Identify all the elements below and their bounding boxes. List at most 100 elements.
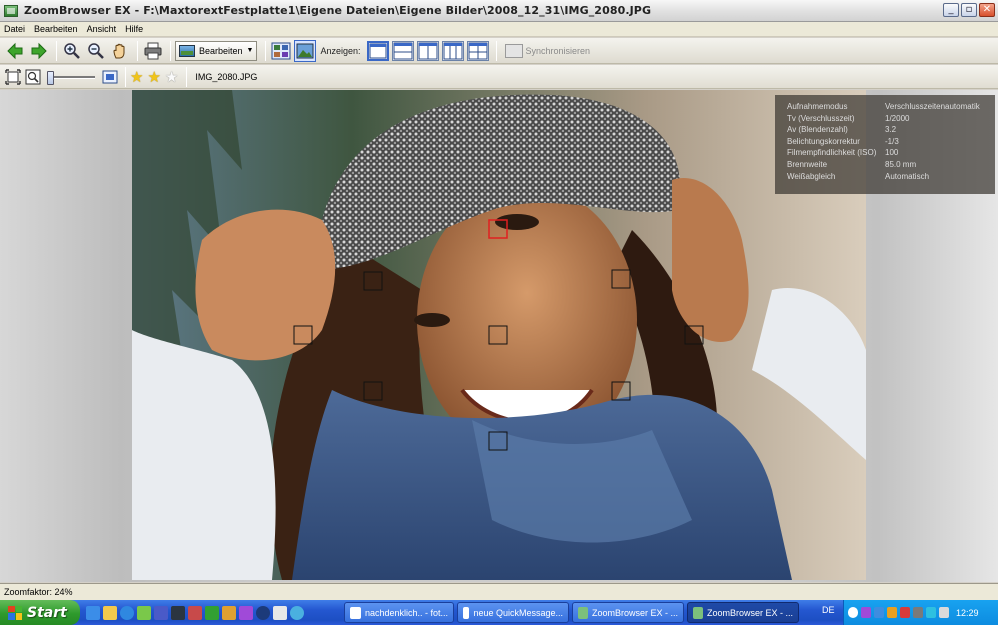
window-controls: _ ▫ ✕	[943, 3, 995, 17]
zoom-in-icon	[64, 42, 80, 59]
layout-single-icon	[369, 43, 387, 58]
tray-icon[interactable]	[887, 607, 897, 618]
rating-star-1[interactable]: ★	[130, 69, 143, 85]
clock: 12:29	[956, 607, 979, 618]
exif-key: Tv (Verschlusszeit)	[787, 113, 855, 123]
fit-to-window-button[interactable]	[4, 66, 22, 88]
media-icon[interactable]	[256, 605, 270, 620]
print-button[interactable]	[142, 40, 164, 62]
sync-button[interactable]: Synchronisieren	[504, 43, 591, 58]
zoom-in-button[interactable]	[61, 40, 83, 62]
layout-three-column-button[interactable]	[441, 40, 464, 61]
exif-key: Brennweite	[787, 159, 828, 169]
actual-size-button[interactable]	[24, 66, 42, 88]
arrow-right-icon	[31, 42, 47, 59]
exif-value: Verschlusszeitenautomatik	[885, 102, 980, 111]
sync-label: Synchronisieren	[525, 45, 591, 56]
start-button[interactable]: Start	[0, 600, 80, 625]
maximize-button[interactable]: ▫	[961, 3, 977, 17]
pan-button[interactable]	[109, 40, 131, 62]
app-icon[interactable]	[222, 605, 236, 620]
app-icon	[4, 4, 18, 17]
taskbar-task-active[interactable]: ZoomBrowser EX - ...	[687, 602, 799, 623]
printer-icon	[144, 42, 162, 59]
layout-single-button[interactable]	[366, 40, 389, 61]
app-icon[interactable]	[290, 605, 304, 620]
task-label: ZoomBrowser EX - ...	[706, 607, 793, 618]
app-icon[interactable]	[137, 605, 151, 620]
exif-key: Av (Blendenzahl)	[787, 125, 848, 135]
rating-star-3[interactable]: ★	[165, 69, 178, 85]
exif-row: Aufnahmemodus Verschlusszeitenautomatik	[787, 101, 995, 113]
exif-row: Belichtungskorrektur -1/3	[787, 136, 995, 148]
layout-vertical-icon	[418, 42, 438, 59]
close-button[interactable]: ✕	[979, 3, 995, 17]
tray-icon[interactable]	[926, 607, 936, 618]
portrait-image	[132, 90, 866, 580]
zoom-slider-track	[49, 75, 95, 79]
menu-ansicht[interactable]: Ansicht	[87, 24, 117, 34]
toolbar-separator	[56, 40, 57, 61]
tray-icon[interactable]	[874, 607, 884, 618]
app-icon[interactable]	[239, 605, 253, 620]
tray-icon[interactable]	[900, 607, 910, 618]
fit-window-icon	[5, 68, 21, 85]
exif-key: Belichtungskorrektur	[787, 136, 860, 146]
toolbar-separator	[495, 40, 497, 61]
exif-row: Weißabgleich Automatisch	[787, 171, 995, 183]
image-edit-icon	[179, 44, 195, 57]
layout-horizontal-icon	[393, 42, 413, 59]
chevron-down-icon: ▼	[246, 47, 254, 54]
menu-datei[interactable]: Datei	[4, 24, 25, 34]
app-icon[interactable]	[154, 605, 168, 620]
minimize-button[interactable]: _	[943, 3, 959, 17]
title-bar: ZoomBrowser EX - F:\MaxtorextFestplatte1…	[0, 0, 998, 22]
fullscreen-icon	[102, 70, 118, 83]
fullscreen-button[interactable]	[101, 66, 119, 88]
taskbar-task[interactable]: ZoomBrowser EX - ...	[572, 602, 684, 623]
layout-horizontal-button[interactable]	[391, 40, 414, 61]
thumbnail-view-button[interactable]	[270, 40, 292, 62]
menu-bearbeiten[interactable]: Bearbeiten	[34, 24, 78, 34]
tray-icon[interactable]	[913, 607, 923, 618]
zoom-slider-thumb[interactable]	[47, 70, 54, 85]
taskbar-task[interactable]: neue QuickMessage...	[457, 602, 569, 623]
ie-icon[interactable]	[120, 605, 134, 620]
exif-key: Filmempfindlichkeit (ISO)	[787, 148, 877, 158]
toolbar-separator	[265, 40, 267, 61]
file-name: IMG_2080.JPG	[195, 71, 258, 82]
app-icon[interactable]	[188, 605, 202, 620]
zoom-slider[interactable]	[47, 70, 95, 85]
exif-row: Brennweite 85.0 mm	[787, 159, 995, 171]
back-button[interactable]	[4, 40, 26, 62]
image-view-button[interactable]	[294, 39, 317, 62]
tray-icon[interactable]	[848, 607, 858, 618]
app-icon[interactable]	[273, 605, 287, 620]
image-icon	[296, 43, 314, 58]
toolbar-separator	[125, 66, 126, 87]
layout-quad-button[interactable]	[466, 40, 489, 61]
layout-quad-icon	[468, 42, 488, 59]
photo[interactable]	[132, 90, 866, 580]
forward-button[interactable]	[28, 40, 50, 62]
menu-hilfe[interactable]: Hilfe	[125, 24, 143, 34]
edit-dropdown[interactable]: Bearbeiten ▼	[175, 40, 258, 61]
tray-icon[interactable]	[861, 607, 871, 618]
quicklaunch-icon[interactable]	[86, 605, 100, 620]
zoombrowser-icon	[693, 606, 703, 619]
rating-star-2[interactable]: ★	[147, 69, 160, 85]
folder-icon[interactable]	[103, 605, 117, 620]
grid-icon	[271, 42, 291, 59]
view-toolbar: ★ ★ ★ IMG_2080.JPG	[0, 65, 998, 89]
zoom-out-button[interactable]	[85, 40, 107, 62]
quick-launch	[80, 605, 304, 620]
app-icon[interactable]	[205, 605, 219, 620]
layout-vertical-button[interactable]	[416, 40, 439, 61]
tray-icon[interactable]	[939, 607, 949, 618]
taskbar-task[interactable]: nachdenklich.. - fot...	[344, 602, 454, 623]
main-toolbar: Bearbeiten ▼ Anzeigen: Synchronisieren	[0, 38, 998, 64]
language-indicator[interactable]: DE	[822, 605, 835, 615]
edit-dropdown-label: Bearbeiten	[199, 45, 243, 56]
lightroom-icon[interactable]	[171, 605, 185, 620]
zoombrowser-icon	[578, 606, 588, 619]
